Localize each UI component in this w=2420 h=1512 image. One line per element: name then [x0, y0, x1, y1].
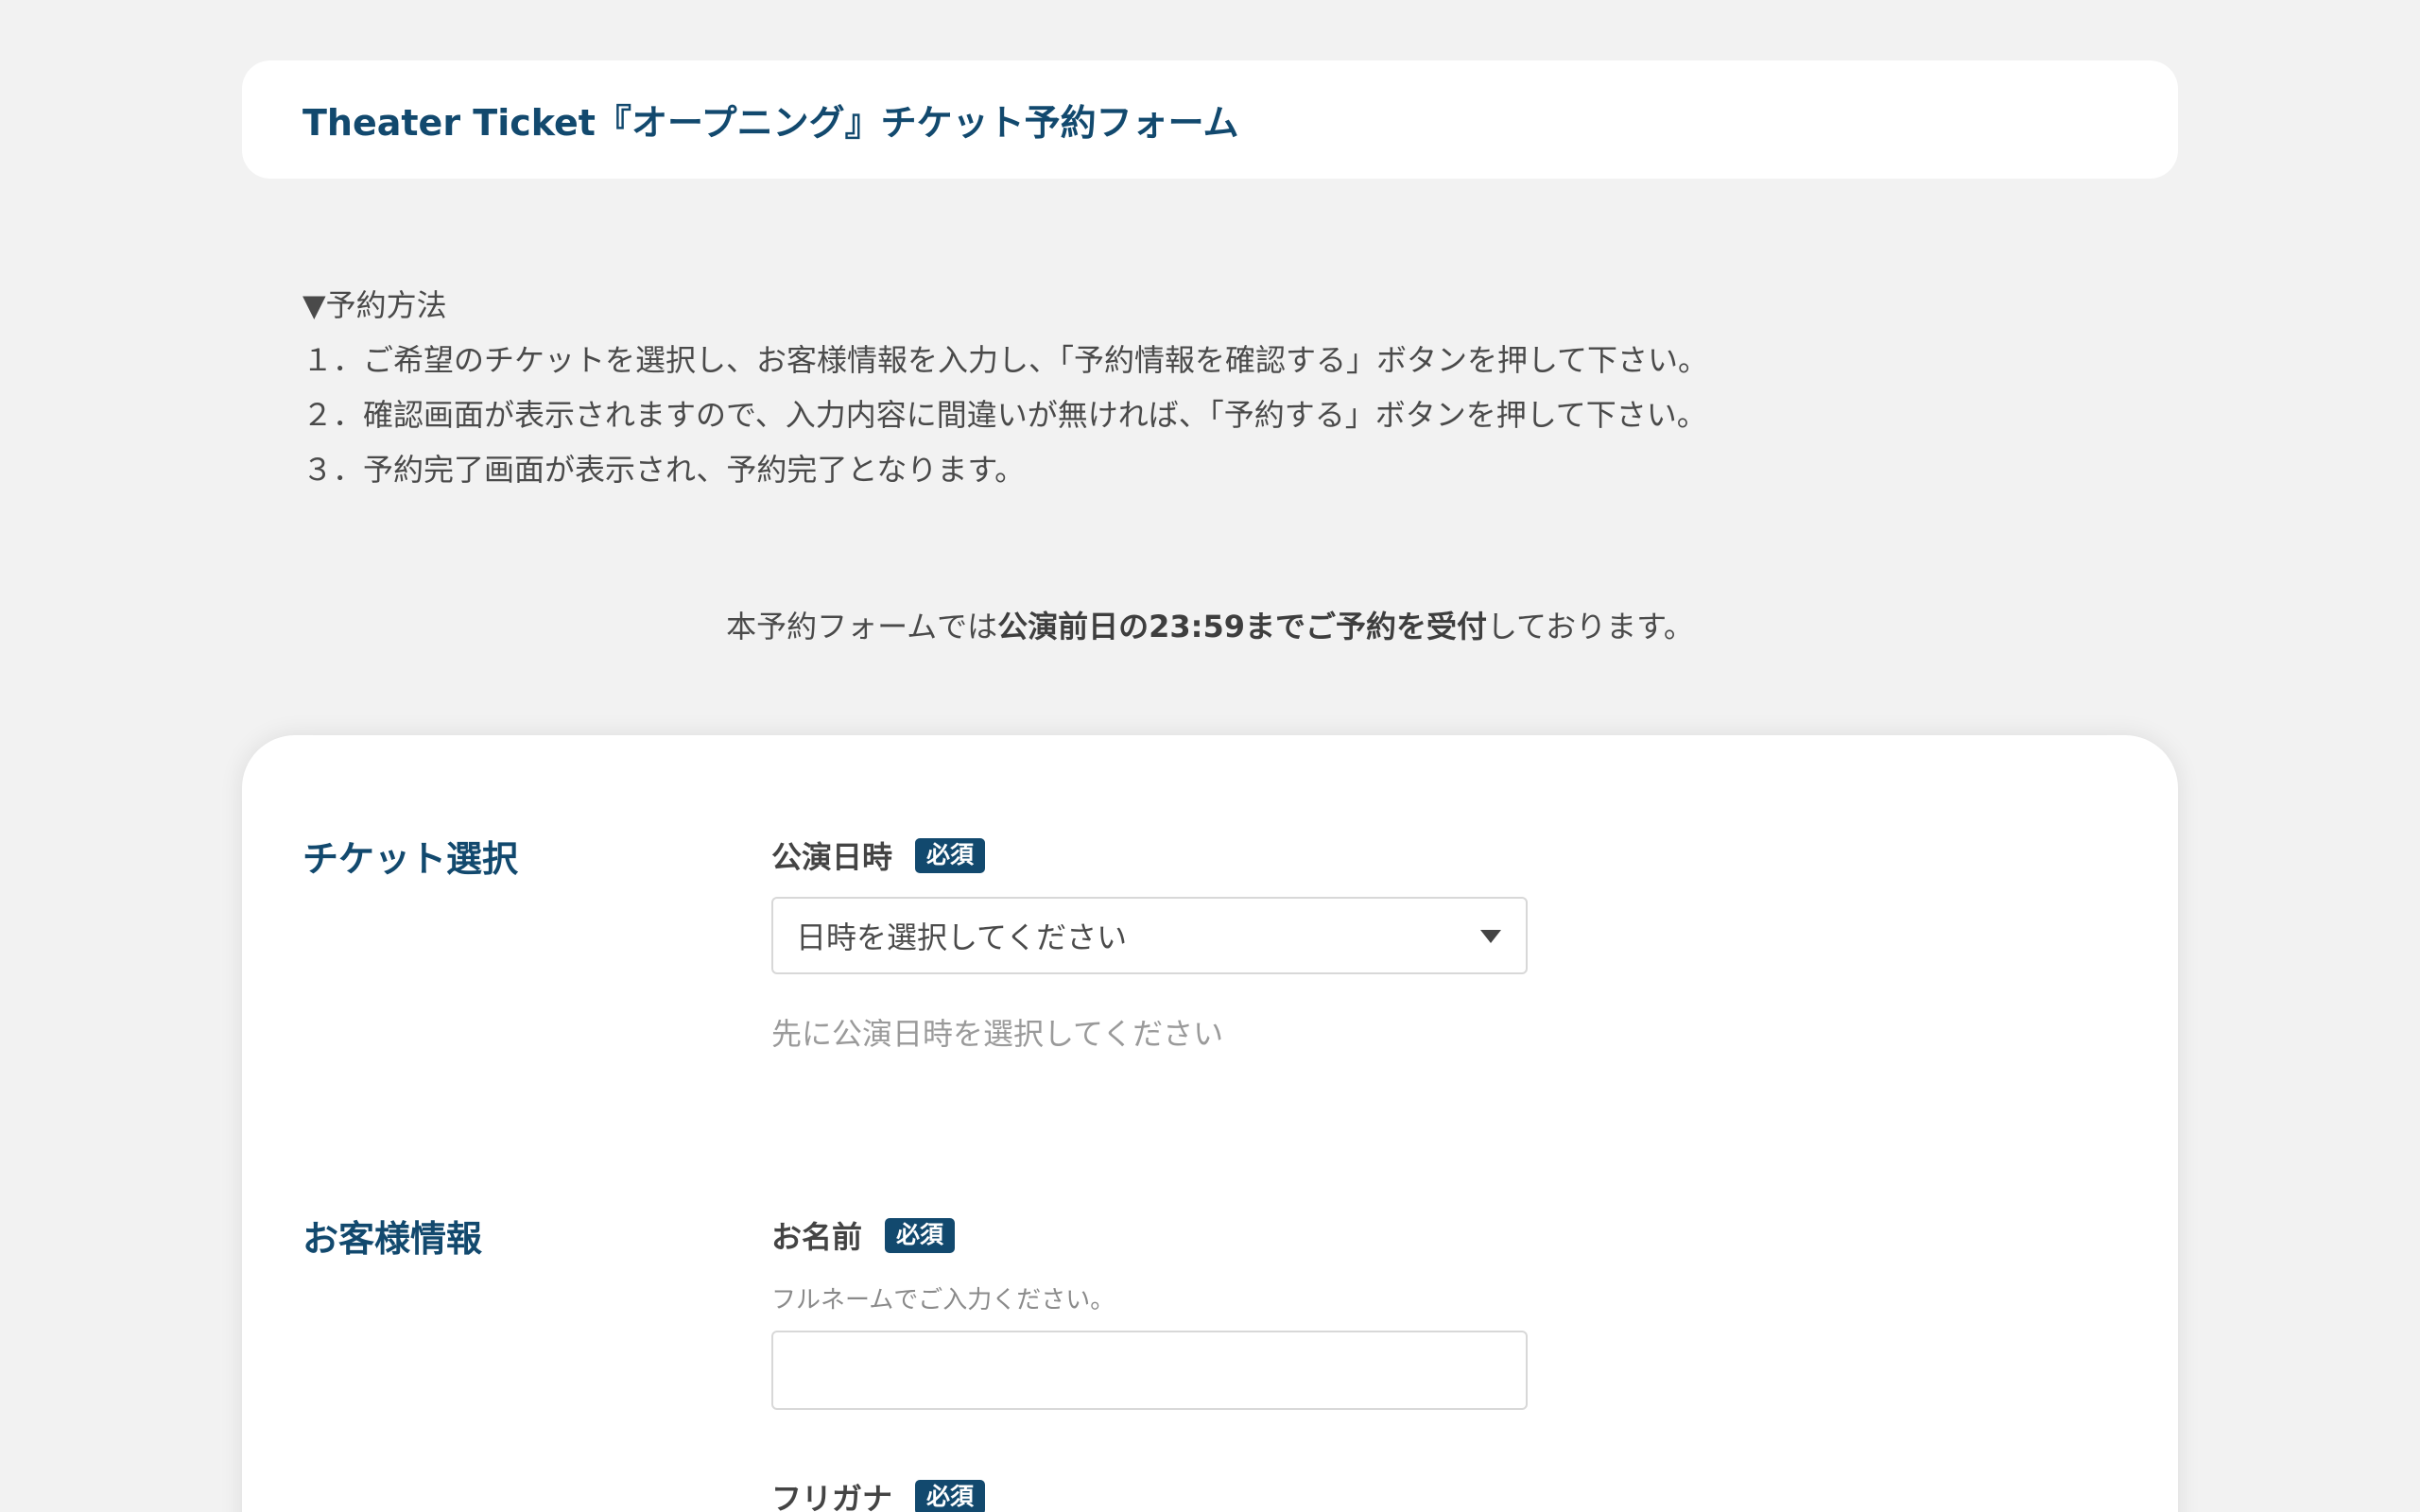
reservation-form: チケット選択 公演日時 必須 日時を選択してください 先に公演日時を選択してくだ… [242, 735, 2178, 1512]
ticket-section-title: チケット選択 [302, 838, 519, 880]
instruction-step-3: ３．予約完了画面が表示され、予約完了となります。 [302, 452, 1026, 488]
name-input[interactable] [771, 1331, 1528, 1410]
required-badge: 必須 [915, 837, 986, 873]
kana-label: フリガナ 必須 [771, 1475, 986, 1512]
kana-label-text: フリガナ [771, 1481, 893, 1512]
performance-date-label-text: 公演日時 [771, 839, 893, 875]
instructions-heading: ▼予約方法 [302, 287, 447, 323]
date-first-hint: 先に公演日時を選択してください [771, 1016, 1224, 1052]
notice-prefix: 本予約フォームでは [726, 609, 998, 644]
instruction-step-1: １．ご希望のチケットを選択し、お客様情報を入力し、「予約情報を確認する」ボタンを… [302, 342, 1709, 378]
deadline-notice: 本予約フォームでは公演前日の23:59までご予約を受付しております。 [0, 603, 2420, 646]
notice-emphasis: 公演前日の23:59までご予約を受付 [997, 609, 1488, 644]
performance-date-label: 公演日時 必須 [771, 833, 986, 877]
header-card: Theater Ticket『オープニング』チケット予約フォーム [242, 60, 2178, 179]
required-badge: 必須 [915, 1479, 986, 1512]
required-badge: 必須 [885, 1217, 956, 1253]
name-hint: フルネームでご入力ください。 [771, 1286, 1115, 1314]
caret-down-icon [1480, 930, 1501, 943]
performance-date-select[interactable]: 日時を選択してください [771, 897, 1528, 974]
name-label: お名前 必須 [771, 1213, 956, 1257]
performance-date-select-value: 日時を選択してください [796, 919, 1128, 955]
page-title: Theater Ticket『オープニング』チケット予約フォーム [302, 102, 1239, 144]
notice-suffix: しております。 [1487, 609, 1694, 644]
reservation-page: Theater Ticket『オープニング』チケット予約フォーム ▼予約方法 １… [0, 0, 2420, 1512]
customer-section-title: お客様情報 [302, 1218, 483, 1260]
name-label-text: お名前 [771, 1219, 863, 1255]
instructions: ▼予約方法 １．ご希望のチケットを選択し、お客様情報を入力し、「予約情報を確認す… [302, 278, 1708, 497]
instruction-step-2: ２．確認画面が表示されますので、入力内容に間違いが無ければ、「予約する」ボタンを… [302, 397, 1707, 433]
